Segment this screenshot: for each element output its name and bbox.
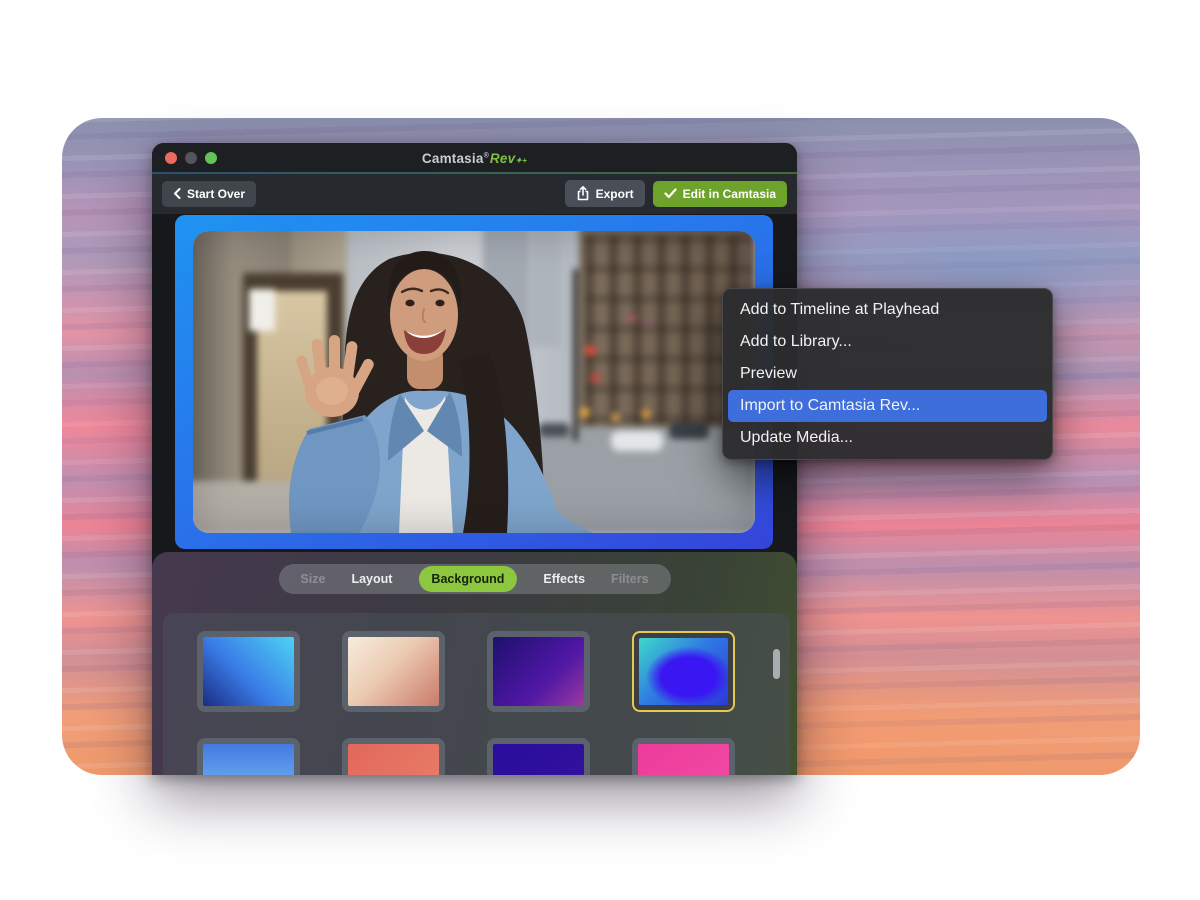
thumbnail-swatch	[203, 744, 294, 775]
background-thumbnail-coral-solid[interactable]	[342, 738, 445, 775]
edit-tabs: Size Layout Background Effects Filters	[278, 564, 670, 594]
background-thumbnail-cream-rose-gradient[interactable]	[342, 631, 445, 712]
title-accent: Rev	[490, 151, 515, 166]
thumbnail-grid	[197, 631, 757, 775]
background-thumbnail-blue-teal-radial[interactable]	[632, 631, 735, 712]
edit-in-camtasia-button[interactable]: Edit in Camtasia	[653, 181, 787, 207]
thumbnail-swatch	[639, 638, 728, 705]
thumbnail-swatch	[203, 637, 294, 706]
context-menu: Add to Timeline at PlayheadAdd to Librar…	[722, 288, 1053, 460]
menu-item-add-to-timeline-at-playhead[interactable]: Add to Timeline at Playhead	[728, 294, 1047, 326]
background-thumbnail-sky-blue-gradient[interactable]	[197, 738, 300, 775]
export-label: Export	[596, 187, 634, 201]
presenter-figure	[193, 231, 755, 533]
scrollbar-thumb[interactable]	[773, 649, 780, 679]
thumbnail-swatch	[493, 637, 584, 706]
background-thumbnail-blue-cyan-gradient[interactable]	[197, 631, 300, 712]
tab-size: Size	[300, 572, 325, 586]
tab-background[interactable]: Background	[418, 566, 517, 592]
menu-item-import-to-camtasia-rev[interactable]: Import to Camtasia Rev...	[728, 390, 1047, 422]
registered-mark: ®	[484, 152, 489, 159]
thumbnail-swatch	[638, 744, 729, 775]
window-title: Camtasia®Rev✦+	[152, 151, 797, 166]
checkmark-icon	[664, 188, 677, 199]
background-panel: Size Layout Background Effects Filters	[152, 552, 797, 775]
thumbnail-swatch	[348, 637, 439, 706]
title-suffix: ✦+	[515, 156, 527, 165]
menu-item-update-media[interactable]: Update Media...	[728, 422, 1047, 454]
app-window: Camtasia®Rev✦+ Start Over Export Edi	[152, 143, 797, 775]
titlebar: Camtasia®Rev✦+	[152, 143, 797, 173]
video-preview[interactable]	[193, 231, 755, 533]
tab-effects[interactable]: Effects	[543, 572, 585, 586]
thumbnail-swatch	[493, 744, 584, 775]
video-preview-frame	[175, 215, 773, 549]
edit-in-camtasia-label: Edit in Camtasia	[683, 187, 776, 201]
menu-item-add-to-library[interactable]: Add to Library...	[728, 326, 1047, 358]
thumbnail-area	[163, 613, 790, 775]
background-thumbnail-indigo-purple-gradient[interactable]	[487, 631, 590, 712]
toolbar: Start Over Export Edit in Camtasia	[152, 173, 797, 214]
tab-filters: Filters	[611, 572, 649, 586]
title-brand: Camtasia	[422, 151, 484, 166]
start-over-label: Start Over	[187, 187, 245, 201]
video-stage	[152, 214, 797, 552]
screenshot-canvas: Camtasia®Rev✦+ Start Over Export Edi	[0, 0, 1200, 900]
export-button[interactable]: Export	[565, 180, 645, 207]
background-thumbnail-deep-indigo-solid[interactable]	[487, 738, 590, 775]
background-thumbnail-hot-pink-solid[interactable]	[632, 738, 735, 775]
menu-item-preview[interactable]: Preview	[728, 358, 1047, 390]
start-over-button[interactable]: Start Over	[162, 181, 256, 207]
thumbnail-swatch	[348, 744, 439, 775]
export-icon	[576, 186, 590, 201]
chevron-left-icon	[173, 188, 181, 199]
tab-layout[interactable]: Layout	[351, 572, 392, 586]
